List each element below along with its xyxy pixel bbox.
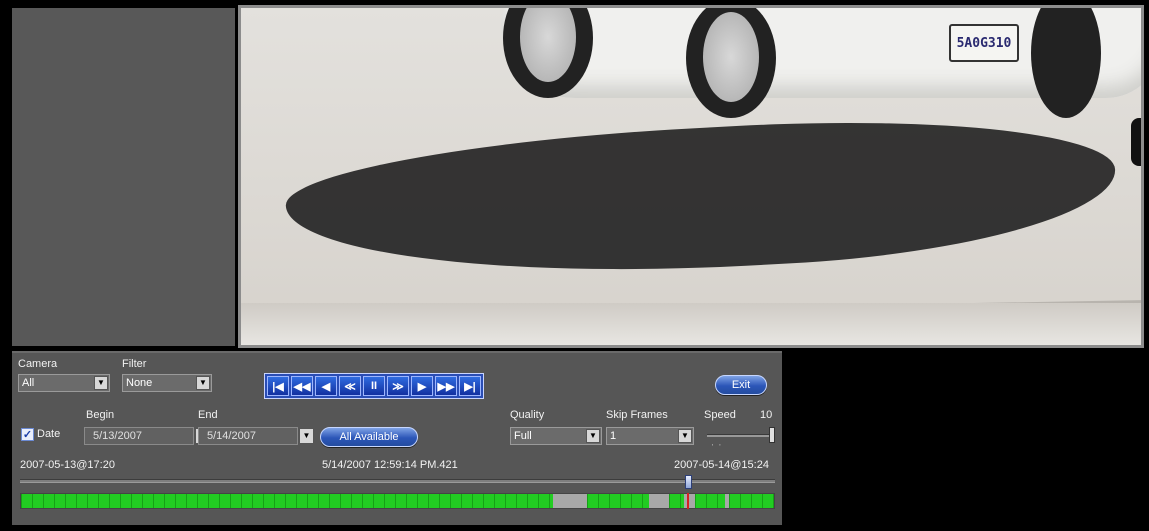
timeline-end-label: 2007-05-14@15:24 bbox=[674, 459, 769, 471]
skip-to-start-button[interactable]: |◀ bbox=[267, 376, 289, 396]
date-label: Date bbox=[37, 428, 61, 440]
filter-label: Filter bbox=[122, 358, 147, 370]
video-display[interactable]: 5A0G310 bbox=[241, 8, 1141, 345]
speed-value: 10 bbox=[760, 409, 773, 421]
end-date-field[interactable]: 5/14/2007 ▼ bbox=[198, 427, 314, 445]
viewer-window: 5A0G310 Camera Filter All ▼ None ▼ |◀ ◀◀ ◀… bbox=[0, 0, 1149, 531]
slow-forward-button[interactable]: ≫ bbox=[387, 376, 409, 396]
speed-label: Speed bbox=[704, 409, 736, 421]
quality-label: Quality bbox=[510, 409, 545, 421]
timeline-current-label: 5/14/2007 12:59:14 PM.421 bbox=[322, 459, 458, 471]
timeline-segment-recorded bbox=[21, 494, 553, 508]
recording-timeline[interactable] bbox=[20, 493, 775, 509]
begin-date-value: 5/13/2007 bbox=[93, 430, 142, 442]
video-frame: 5A0G310 bbox=[238, 5, 1144, 348]
slow-back-button[interactable]: ≪ bbox=[339, 376, 361, 396]
curb bbox=[241, 303, 1141, 345]
license-plate: 5A0G310 bbox=[949, 24, 1019, 62]
timeline-segment-recorded bbox=[669, 494, 685, 508]
speed-slider-thumb[interactable] bbox=[769, 427, 775, 443]
pause-button[interactable]: II bbox=[363, 376, 385, 396]
begin-label: Begin bbox=[86, 409, 115, 421]
timeline-segment-gap bbox=[648, 494, 670, 508]
exit-button[interactable]: Exit bbox=[715, 375, 767, 395]
timeline-segment-recorded bbox=[694, 494, 725, 508]
filter-select-value: None bbox=[126, 377, 153, 389]
checkmark-icon: ✓ bbox=[22, 429, 33, 441]
chevron-down-icon[interactable]: ▼ bbox=[196, 376, 210, 390]
skip-to-end-button[interactable]: ▶| bbox=[459, 376, 481, 396]
camera-list-panel bbox=[10, 8, 235, 346]
date-checkbox[interactable]: ✓ bbox=[21, 428, 34, 441]
end-date-value: 5/14/2007 bbox=[207, 430, 256, 442]
timeline-segment-gap bbox=[552, 494, 588, 508]
speed-slider-ticks: ' ' bbox=[712, 444, 723, 451]
camera-select[interactable]: All ▼ bbox=[18, 374, 110, 392]
transport-controls: |◀ ◀◀ ◀ ≪ II ≫ ▶ ▶▶ ▶| bbox=[264, 373, 484, 399]
fast-forward-button[interactable]: ▶▶ bbox=[435, 376, 457, 396]
step-forward-button[interactable]: ▶ bbox=[411, 376, 433, 396]
mirror-edge bbox=[1131, 118, 1141, 166]
skip-frames-select-value: 1 bbox=[610, 430, 617, 442]
chevron-down-icon[interactable]: ▼ bbox=[94, 376, 108, 390]
camera-select-value: All bbox=[22, 377, 35, 389]
timeline-start-label: 2007-05-13@17:20 bbox=[20, 459, 115, 471]
playback-control-panel: Camera Filter All ▼ None ▼ |◀ ◀◀ ◀ ≪ II ≫ ▶ ▶▶ ▶… bbox=[12, 351, 782, 525]
timeline-segment-recorded bbox=[587, 494, 649, 508]
skip-frames-select[interactable]: 1 ▼ bbox=[606, 427, 694, 445]
quality-select[interactable]: Full ▼ bbox=[510, 427, 602, 445]
step-back-button[interactable]: ◀ bbox=[315, 376, 337, 396]
speed-slider-track[interactable] bbox=[707, 434, 771, 437]
camera-label: Camera bbox=[18, 358, 58, 370]
skip-frames-label: Skip Frames bbox=[606, 409, 668, 421]
timeline-segment-gap bbox=[684, 494, 695, 508]
timeline-scrubber-track[interactable] bbox=[20, 479, 775, 483]
timeline-scrubber-thumb[interactable] bbox=[685, 475, 693, 489]
car-shadow bbox=[282, 106, 1120, 290]
timeline-position-marker bbox=[687, 493, 690, 509]
timeline-segment-recorded bbox=[728, 494, 774, 508]
all-available-button[interactable]: All Available bbox=[320, 427, 418, 447]
rear-wheel bbox=[686, 8, 776, 118]
fast-rewind-button[interactable]: ◀◀ bbox=[291, 376, 313, 396]
far-wheel bbox=[1031, 8, 1101, 118]
end-label: End bbox=[198, 409, 218, 421]
quality-select-value: Full bbox=[514, 430, 532, 442]
begin-date-field[interactable]: 5/13/2007 ▼ bbox=[84, 427, 210, 445]
chevron-down-icon[interactable]: ▼ bbox=[678, 429, 692, 443]
calendar-dropdown-icon[interactable]: ▼ bbox=[299, 428, 314, 444]
chevron-down-icon[interactable]: ▼ bbox=[586, 429, 600, 443]
filter-select[interactable]: None ▼ bbox=[122, 374, 212, 392]
